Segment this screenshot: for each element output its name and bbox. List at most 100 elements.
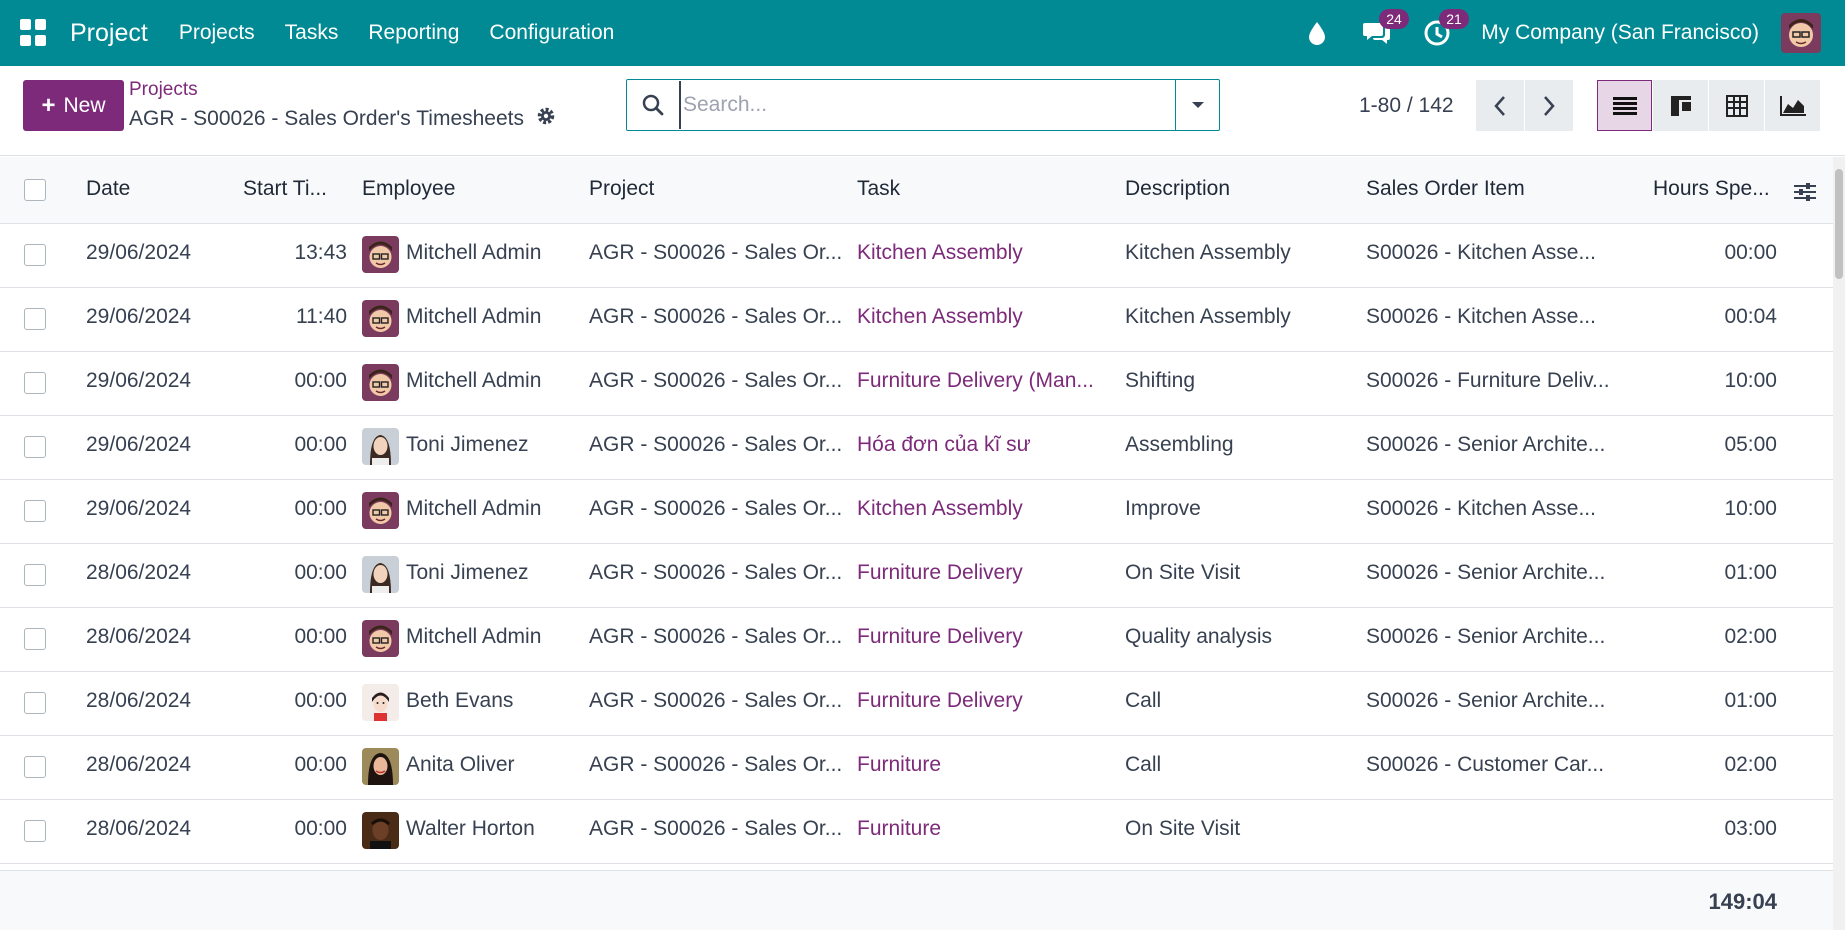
table-row[interactable]: 28/06/2024 00:00 Mitchell Admin AGR - S0002… (0, 608, 1833, 672)
timesheet-list: Date Start Ti... Employee Project Task D… (0, 157, 1833, 870)
row-checkbox[interactable] (24, 244, 46, 266)
hours-total: 149:04 (1708, 889, 1777, 914)
cell-employee: Mitchell Admin (406, 625, 542, 648)
cell-date: 28/06/2024 (86, 689, 192, 712)
cell-sales-order-item: S00026 - Senior Archite... (1366, 561, 1606, 584)
cell-description: Call (1125, 689, 1162, 712)
drop-icon[interactable] (1299, 15, 1335, 51)
cell-project: AGR - S00026 - Sales Or... (589, 433, 843, 456)
cell-date: 28/06/2024 (86, 561, 192, 584)
cell-task[interactable]: Furniture (857, 817, 1107, 841)
table-row[interactable]: 29/06/2024 13:43 Mitchell Admin AGR - S0002… (0, 224, 1833, 288)
cell-description: On Site Visit (1125, 561, 1241, 584)
row-checkbox[interactable] (24, 692, 46, 714)
table-row[interactable]: 28/06/2024 00:00 Beth Evans AGR - S00026 - … (0, 672, 1833, 736)
cell-description: Quality analysis (1125, 625, 1273, 648)
menu-configuration[interactable]: Configuration (474, 21, 629, 45)
table-row[interactable]: 29/06/2024 00:00 Mitchell Admin AGR - S0002… (0, 352, 1833, 416)
header-sales-order-item[interactable]: Sales Order Item (1366, 177, 1525, 201)
user-avatar[interactable] (1781, 13, 1821, 53)
employee-avatar (362, 684, 399, 721)
select-all-checkbox[interactable] (24, 179, 46, 201)
list-view-button[interactable] (1597, 80, 1652, 131)
table-row[interactable]: 28/06/2024 00:00 Anita Oliver AGR - S00026 … (0, 736, 1833, 800)
table-row[interactable]: 29/06/2024 00:00 Mitchell Admin AGR - S0002… (0, 480, 1833, 544)
menu-projects[interactable]: Projects (164, 21, 270, 45)
pager-previous-button[interactable] (1476, 80, 1524, 131)
app-menu-icon[interactable] (20, 19, 48, 47)
cell-task[interactable]: Kitchen Assembly (857, 241, 1107, 265)
search-icon (627, 93, 679, 117)
cell-hours-spent: 01:00 (1724, 689, 1777, 712)
row-checkbox[interactable] (24, 756, 46, 778)
cell-task[interactable]: Furniture Delivery (857, 561, 1107, 585)
control-panel: + New Projects AGR - S00026 - Sales Order… (0, 66, 1845, 156)
gear-icon[interactable] (536, 106, 556, 132)
table-row[interactable]: 29/06/2024 11:40 Mitchell Admin AGR - S0002… (0, 288, 1833, 352)
cell-project: AGR - S00026 - Sales Or... (589, 689, 843, 712)
cell-employee: Mitchell Admin (406, 305, 542, 328)
row-checkbox[interactable] (24, 436, 46, 458)
cell-project: AGR - S00026 - Sales Or... (589, 497, 843, 520)
cell-hours-spent: 02:00 (1724, 753, 1777, 776)
cell-task[interactable]: Furniture (857, 753, 1107, 777)
employee-avatar (362, 556, 399, 593)
header-date[interactable]: Date (86, 177, 130, 201)
vertical-scrollbar[interactable] (1833, 157, 1845, 930)
table-row[interactable]: 29/06/2024 00:00 Toni Jimenez AGR - S00026 … (0, 416, 1833, 480)
employee-avatar (362, 620, 399, 657)
table-row[interactable]: 28/06/2024 00:00 Walter Horton AGR - S00026… (0, 800, 1833, 864)
cell-date: 28/06/2024 (86, 753, 192, 776)
menu-reporting[interactable]: Reporting (353, 21, 474, 45)
row-checkbox[interactable] (24, 308, 46, 330)
header-task[interactable]: Task (857, 177, 900, 201)
header-description[interactable]: Description (1125, 177, 1230, 201)
search-options-toggle[interactable] (1175, 80, 1219, 130)
cell-hours-spent: 10:00 (1724, 497, 1777, 520)
breadcrumb-projects[interactable]: Projects (129, 79, 198, 101)
row-checkbox[interactable] (24, 820, 46, 842)
scrollbar-thumb[interactable] (1835, 169, 1843, 279)
app-brand[interactable]: Project (70, 19, 148, 48)
cell-sales-order-item: S00026 - Kitchen Asse... (1366, 241, 1596, 264)
header-project[interactable]: Project (589, 177, 654, 201)
company-switcher[interactable]: My Company (San Francisco) (1481, 21, 1759, 45)
row-checkbox[interactable] (24, 372, 46, 394)
kanban-view-button[interactable] (1653, 80, 1708, 131)
cell-date: 29/06/2024 (86, 497, 192, 520)
header-employee[interactable]: Employee (362, 177, 455, 201)
cell-project: AGR - S00026 - Sales Or... (589, 753, 843, 776)
messages-badge: 24 (1379, 9, 1409, 29)
cell-task[interactable]: Kitchen Assembly (857, 305, 1107, 329)
cell-start-time: 00:00 (294, 753, 347, 776)
cell-sales-order-item: S00026 - Senior Archite... (1366, 433, 1606, 456)
messages-icon[interactable]: 24 (1359, 9, 1409, 51)
table-row[interactable]: 28/06/2024 00:00 Toni Jimenez AGR - S00026 … (0, 544, 1833, 608)
activity-clock-icon[interactable]: 21 (1419, 9, 1469, 51)
menu-tasks[interactable]: Tasks (270, 21, 354, 45)
pager-next-button[interactable] (1525, 80, 1573, 131)
cell-task[interactable]: Furniture Delivery (Man... (857, 369, 1107, 393)
cell-project: AGR - S00026 - Sales Or... (589, 561, 843, 584)
header-hours-spent[interactable]: Hours Spe... (1653, 177, 1770, 201)
search-input[interactable] (679, 81, 1175, 129)
cell-date: 28/06/2024 (86, 817, 192, 840)
cell-task[interactable]: Furniture Delivery (857, 625, 1107, 649)
graph-view-button[interactable] (1765, 80, 1820, 131)
cell-task[interactable]: Furniture Delivery (857, 689, 1107, 713)
optional-columns-icon[interactable] (1793, 181, 1817, 208)
cell-hours-spent: 01:00 (1724, 561, 1777, 584)
new-button[interactable]: + New (23, 80, 124, 131)
pivot-view-button[interactable] (1709, 80, 1764, 131)
cell-task[interactable]: Hóa đơn của kĩ sư (857, 433, 1107, 457)
cell-start-time: 13:43 (294, 241, 347, 264)
table-footer: 149:04 (0, 870, 1833, 930)
pager-value[interactable]: 1-80 / 142 (1359, 94, 1454, 118)
row-checkbox[interactable] (24, 564, 46, 586)
row-checkbox[interactable] (24, 500, 46, 522)
header-start-time[interactable]: Start Ti... (243, 177, 327, 201)
cell-task[interactable]: Kitchen Assembly (857, 497, 1107, 521)
cell-hours-spent: 02:00 (1724, 625, 1777, 648)
cell-date: 29/06/2024 (86, 369, 192, 392)
row-checkbox[interactable] (24, 628, 46, 650)
